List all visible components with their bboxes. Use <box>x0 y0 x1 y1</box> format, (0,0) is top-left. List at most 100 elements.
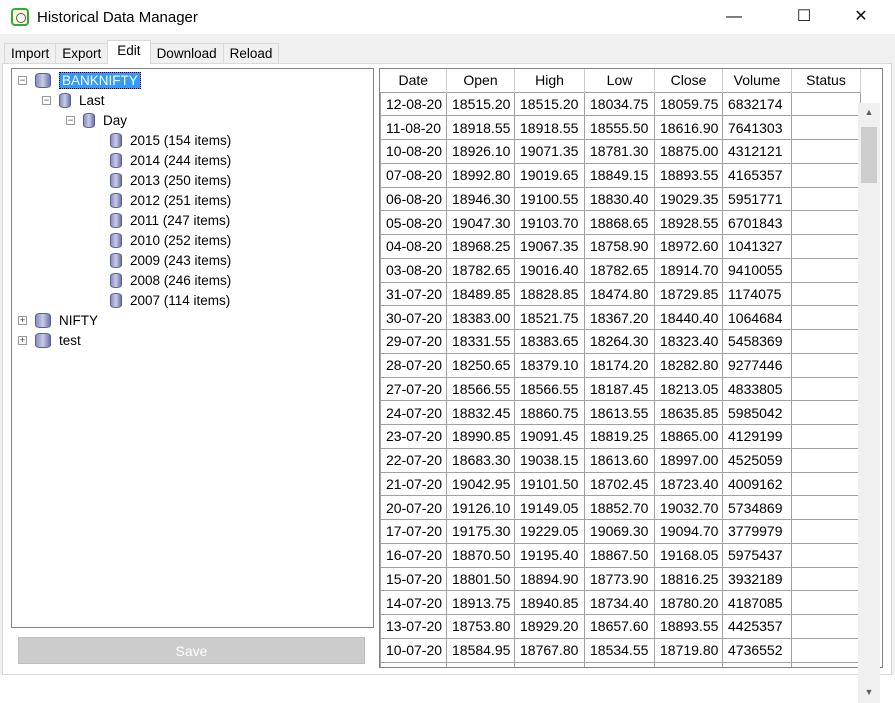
table-row[interactable]: 21-07-20 19042.95 19101.50 18702.45 18723.40… <box>380 471 861 497</box>
cell-high[interactable]: 19038.15 <box>514 447 585 473</box>
collapse-icon[interactable]: − <box>18 75 27 85</box>
cell-status[interactable] <box>791 352 861 378</box>
cell-high[interactable]: 19091.45 <box>514 424 585 449</box>
cell-status[interactable] <box>791 162 861 188</box>
cell-date[interactable]: 30-07-20 <box>380 305 447 330</box>
tree-node-nifty[interactable]: + NIFTY <box>18 310 98 330</box>
cell-open[interactable]: 18913.75 <box>446 590 515 615</box>
cell-status[interactable] <box>791 115 861 140</box>
cell-close[interactable]: 18914.70 <box>654 257 723 283</box>
cell[interactable] <box>722 661 792 667</box>
cell-open[interactable]: 18870.50 <box>446 542 515 568</box>
cell-open[interactable]: 18968.25 <box>446 234 515 259</box>
cell-volume[interactable]: 4312121 <box>722 139 792 164</box>
cell-status[interactable] <box>791 471 861 497</box>
cell-date[interactable]: 28-07-20 <box>380 352 447 378</box>
cell-date[interactable]: 10-08-20 <box>380 139 447 164</box>
cell-status[interactable] <box>791 542 861 568</box>
table-row[interactable]: 12-08-20 18515.20 18515.20 18034.75 18059.75… <box>380 91 861 117</box>
cell-status[interactable] <box>791 305 861 330</box>
cell-close[interactable]: 18780.20 <box>654 590 723 615</box>
tree-node-year[interactable]: 2011 (247 items) <box>110 210 230 230</box>
cell-open[interactable]: 18801.50 <box>446 566 515 592</box>
cell-volume[interactable]: 1174075 <box>722 281 792 307</box>
cell-close[interactable]: 18213.05 <box>654 376 723 402</box>
tree-node-day[interactable]: − Day <box>66 110 127 130</box>
cell-date[interactable]: 13-07-20 <box>380 614 447 639</box>
cell-high[interactable]: 19195.40 <box>514 542 585 568</box>
cell-high[interactable]: 18929.20 <box>514 614 585 639</box>
cell[interactable] <box>380 661 447 667</box>
tab-download[interactable]: Download <box>149 43 224 64</box>
cell-volume[interactable]: 9277446 <box>722 352 792 378</box>
table-row[interactable]: 07-08-20 18992.80 19019.65 18849.15 18893.55… <box>380 162 861 188</box>
cell-date[interactable]: 12-08-20 <box>380 91 447 117</box>
cell-low[interactable]: 18868.65 <box>584 210 655 235</box>
cell-date[interactable]: 03-08-20 <box>380 257 447 283</box>
cell-status[interactable] <box>791 234 861 259</box>
cell-low[interactable]: 18367.20 <box>584 305 655 330</box>
cell-low[interactable]: 18819.25 <box>584 424 655 449</box>
cell-close[interactable]: 18893.55 <box>654 162 723 188</box>
cell-volume[interactable]: 9410055 <box>722 257 792 283</box>
cell-volume[interactable]: 5458369 <box>722 329 792 354</box>
cell-high[interactable]: 19016.40 <box>514 257 585 283</box>
cell-status[interactable] <box>791 424 861 449</box>
cell-status[interactable] <box>791 566 861 592</box>
collapse-icon[interactable]: − <box>42 95 51 105</box>
cell-high[interactable]: 19149.05 <box>514 495 585 520</box>
cell-low[interactable]: 19069.30 <box>584 519 655 544</box>
cell-open[interactable]: 18926.10 <box>446 139 515 164</box>
cell-status[interactable] <box>791 447 861 473</box>
cell-volume[interactable]: 4187085 <box>722 590 792 615</box>
cell-volume[interactable]: 4129199 <box>722 424 792 449</box>
cell-open[interactable]: 18832.45 <box>446 400 515 425</box>
cell-close[interactable]: 18635.85 <box>654 400 723 425</box>
tree-node-year[interactable]: 2009 (243 items) <box>110 250 231 270</box>
cell-date[interactable]: 07-08-20 <box>380 162 447 188</box>
cell-volume[interactable]: 4425357 <box>722 614 792 639</box>
tab-edit[interactable]: Edit <box>107 40 151 64</box>
cell-status[interactable] <box>791 519 861 544</box>
cell-close[interactable]: 19168.05 <box>654 542 723 568</box>
cell-low[interactable]: 18613.60 <box>584 447 655 473</box>
cell-close[interactable]: 18282.80 <box>654 352 723 378</box>
cell-date[interactable]: 14-07-20 <box>380 590 447 615</box>
cell[interactable] <box>654 661 723 667</box>
tree-node-year[interactable]: 2007 (114 items) <box>110 290 230 310</box>
cell-high[interactable]: 18894.90 <box>514 566 585 592</box>
cell-status[interactable] <box>791 186 861 212</box>
table-row[interactable]: 28-07-20 18250.65 18379.10 18174.20 18282.80… <box>380 352 861 378</box>
cell[interactable] <box>584 661 655 667</box>
cell-open[interactable]: 18515.20 <box>446 91 515 117</box>
tree-node-banknifty[interactable]: − BANKNIFTY <box>18 70 141 90</box>
table-row[interactable]: 10-07-20 18584.95 18767.80 18534.55 18719.80… <box>380 637 861 663</box>
cell-status[interactable] <box>791 281 861 307</box>
cell-low[interactable]: 18264.30 <box>584 329 655 354</box>
cell-close[interactable]: 18972.60 <box>654 234 723 259</box>
minimize-button[interactable]: — <box>711 0 757 34</box>
cell-volume[interactable]: 5985042 <box>722 400 792 425</box>
cell-low[interactable]: 18034.75 <box>584 91 655 117</box>
cell-date[interactable]: 11-08-20 <box>380 115 447 140</box>
cell-volume[interactable]: 3779979 <box>722 519 792 544</box>
cell-high[interactable]: 19103.70 <box>514 210 585 235</box>
cell-low[interactable]: 18782.65 <box>584 257 655 283</box>
cell-status[interactable] <box>791 637 861 663</box>
cell-high[interactable]: 19019.65 <box>514 162 585 188</box>
cell-date[interactable]: 27-07-20 <box>380 376 447 402</box>
cell-low[interactable]: 18734.40 <box>584 590 655 615</box>
cell-open[interactable]: 18566.55 <box>446 376 515 402</box>
cell-high[interactable]: 18918.55 <box>514 115 585 140</box>
cell-close[interactable]: 18323.40 <box>654 329 723 354</box>
table-row[interactable]: 16-07-20 18870.50 19195.40 18867.50 19168.05… <box>380 542 861 568</box>
vertical-scrollbar[interactable]: ▲ ▼ <box>858 103 880 703</box>
table-row[interactable]: 17-07-20 19175.30 19229.05 19069.30 19094.70… <box>380 519 861 544</box>
cell-volume[interactable]: 6701843 <box>722 210 792 235</box>
cell-status[interactable] <box>791 257 861 283</box>
cell-volume[interactable]: 4165357 <box>722 162 792 188</box>
tree-node-last[interactable]: − Last <box>42 90 105 110</box>
tree-node-year[interactable]: 2013 (250 items) <box>110 170 231 190</box>
cell-low[interactable]: 18849.15 <box>584 162 655 188</box>
cell-open[interactable]: 19175.30 <box>446 519 515 544</box>
